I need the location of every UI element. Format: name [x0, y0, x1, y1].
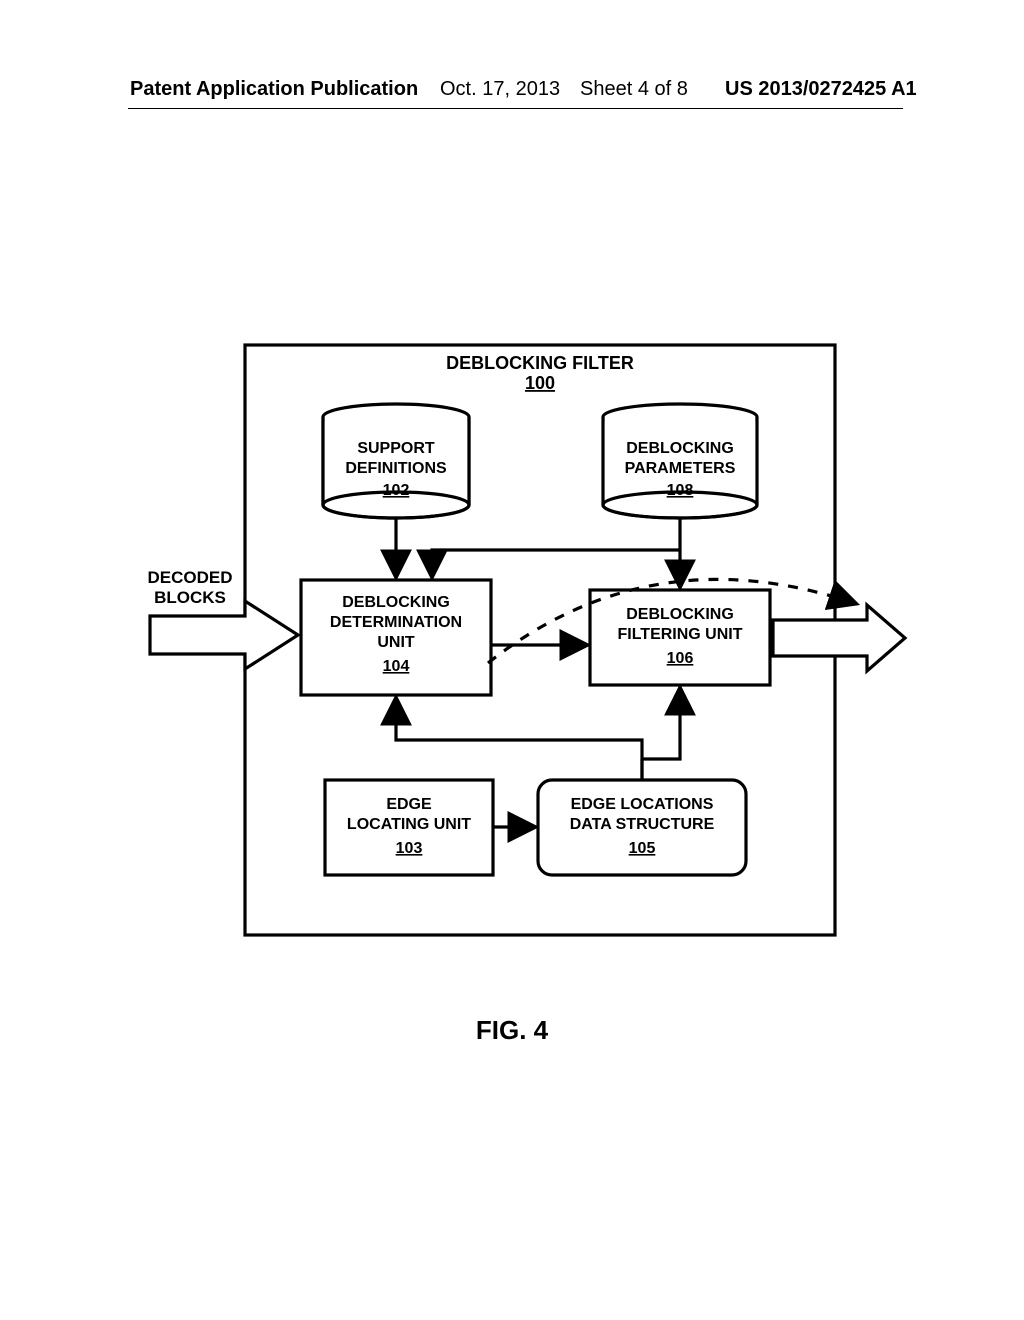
publication-type: Patent Application Publication: [130, 78, 418, 101]
params-ref: 108: [667, 482, 694, 499]
elds-label-2: DATA STRUCTURE: [570, 816, 715, 833]
params-label-1: DEBLOCKING: [626, 440, 734, 457]
determ-ref: 104: [383, 658, 410, 675]
determ-label-2: DETERMINATION: [330, 614, 462, 631]
elu-label-2: LOCATING UNIT: [347, 816, 471, 833]
publication-date: Oct. 17, 2013: [440, 78, 560, 101]
header-rule: [128, 108, 903, 109]
in-label-2: BLOCKS: [154, 588, 226, 607]
publication-number: US 2013/0272425 A1: [725, 78, 917, 101]
container-title: DEBLOCKING FILTER: [446, 353, 634, 373]
elu-ref: 103: [396, 840, 423, 857]
figure-caption: FIG. 4: [0, 1015, 1024, 1046]
elu-label-1: EDGE: [386, 796, 432, 813]
determ-label-1: DEBLOCKING: [342, 594, 450, 611]
sheet-indicator: Sheet 4 of 8: [580, 78, 688, 101]
elds-label-1: EDGE LOCATIONS: [571, 796, 714, 813]
support-label-1: SUPPORT: [357, 440, 435, 457]
determ-label-3: UNIT: [377, 634, 415, 651]
filt-ref: 106: [667, 650, 694, 667]
cylinder-support-definitions: SUPPORT DEFINITIONS 102: [323, 404, 469, 518]
filt-label-1: DEBLOCKING: [626, 606, 734, 623]
in-label-1: DECODED: [147, 568, 232, 587]
container-ref: 100: [525, 373, 555, 393]
params-label-2: PARAMETERS: [625, 460, 736, 477]
support-ref: 102: [383, 482, 410, 499]
block-diagram: DEBLOCKING FILTER 100 SUPPORT DEFINITION…: [130, 345, 910, 965]
elds-ref: 105: [629, 840, 656, 857]
support-label-2: DEFINITIONS: [345, 460, 447, 477]
filt-label-2: FILTERING UNIT: [617, 626, 742, 643]
cylinder-deblocking-parameters: DEBLOCKING PARAMETERS 108: [603, 404, 757, 518]
